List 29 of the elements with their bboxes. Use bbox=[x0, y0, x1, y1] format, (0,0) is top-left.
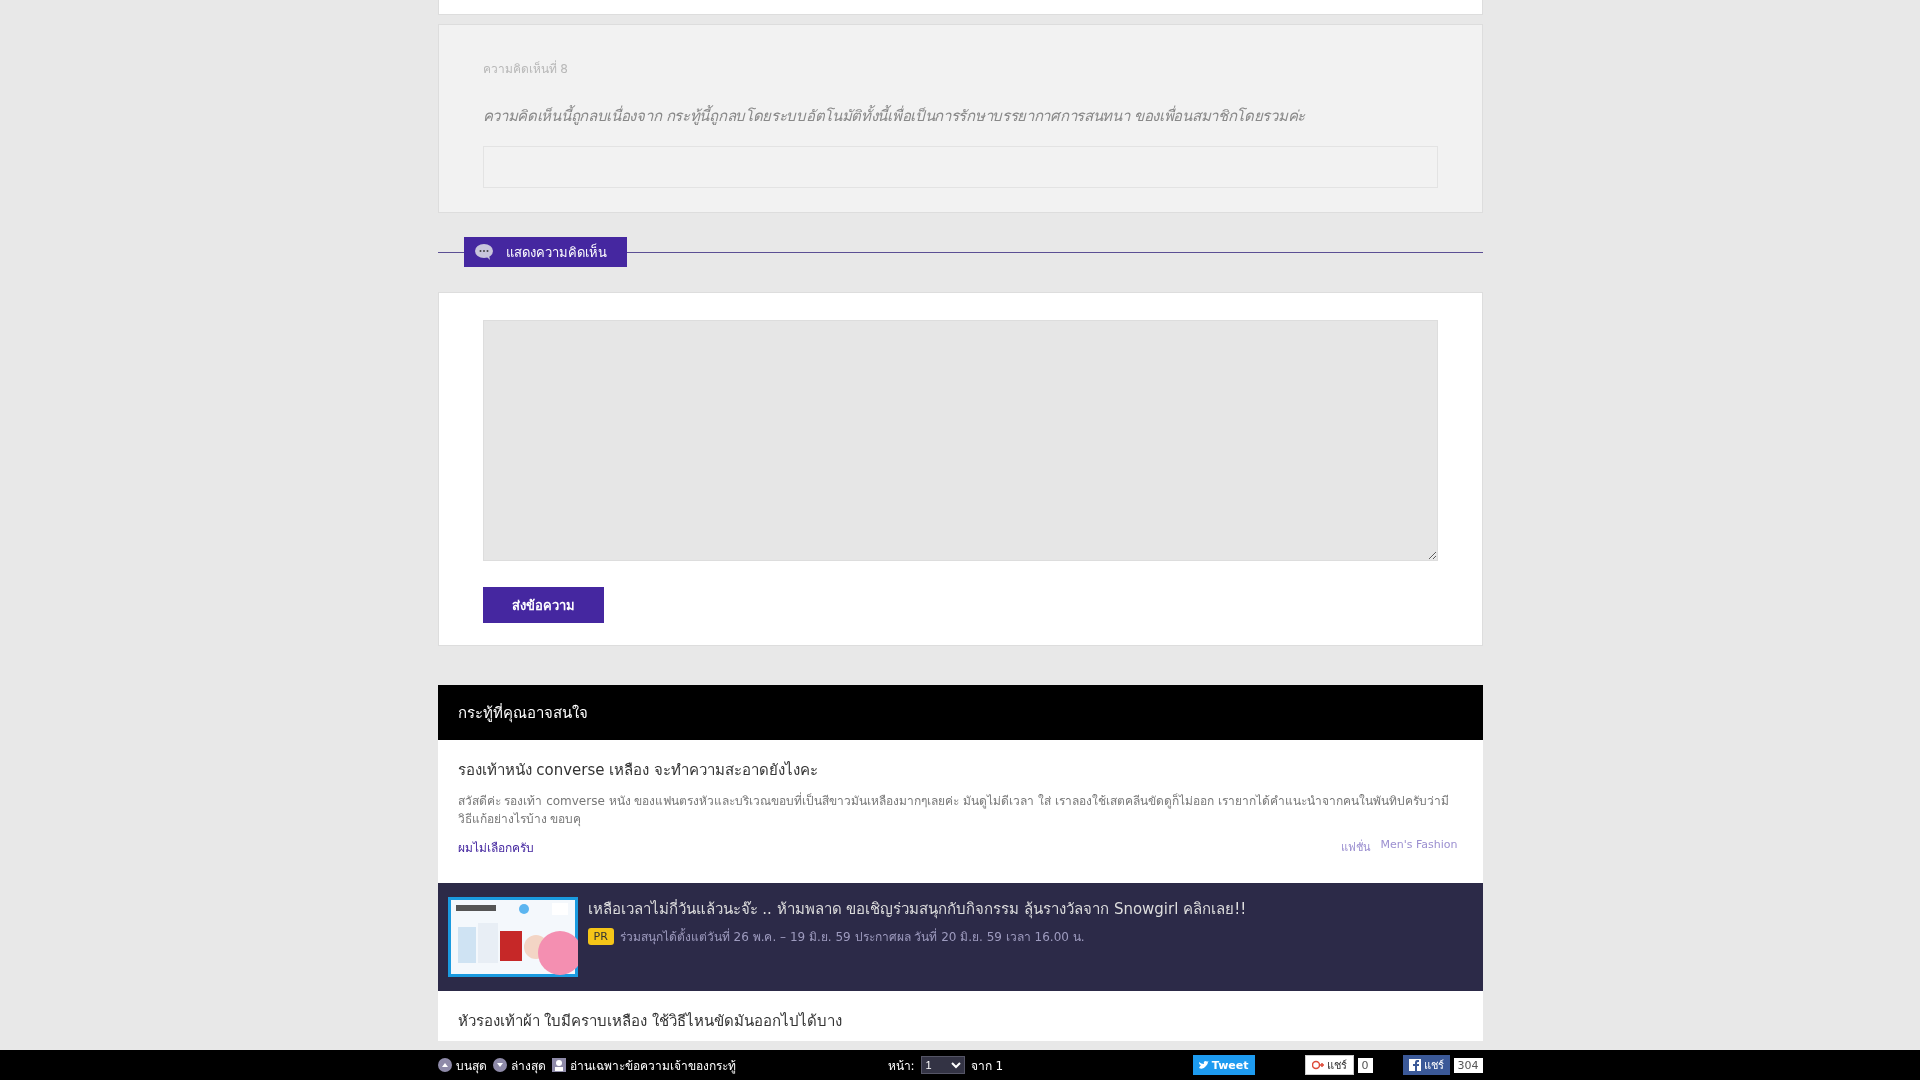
page-total: จาก 1 bbox=[970, 1057, 1004, 1075]
people-icon bbox=[551, 1058, 566, 1072]
promo-detail: ร่วมสนุกได้ตั้งแต่วันที่ 26 พ.ค. – 19 มิ.ย. 59 ประกาศผล วันที่ 20 มิ.ย. 59 เวลา 16.00 น. bbox=[619, 927, 1085, 946]
page-label: หน้า: bbox=[887, 1057, 915, 1075]
share-count: 304 bbox=[1453, 1057, 1483, 1073]
author-link[interactable]: ผมไม่เลือกครับ bbox=[457, 838, 534, 857]
promo-title[interactable]: เหลือเวลาไม่กี่วันแล้วนะจ๊ะ .. ห้ามพลาด ขอเชิญร่วมสนุกกับกิจกรรม ลุ้นรางวัลจาก Snowgirl คลิกเลย!! bbox=[587, 897, 1247, 921]
topic-card[interactable] bbox=[437, 740, 1483, 883]
bird-icon bbox=[1198, 1060, 1209, 1070]
deleted-message: ความคิดเห็นนี้ถูกลบเนื่องจาก กระทู้นี้ถูกลบโดยระบบอัตโนมัติทั้งนี้เพื่อเป็นการรักษาบรรยากาศการสนทนา ของเพื่อนสมาชิกโดยรวมค่ะ bbox=[482, 104, 1307, 127]
facebook-share-button[interactable]: แชร์ bbox=[1402, 1055, 1450, 1075]
share-count: 0 bbox=[1357, 1057, 1373, 1073]
submit-button[interactable]: ส่งข้อความ bbox=[482, 587, 604, 623]
facebook-icon bbox=[1408, 1059, 1421, 1071]
topic-title[interactable]: รองเท้าหนัง converse เหลือง จะทำความสะอาดยังไงคะ bbox=[457, 758, 1458, 782]
owner-only-link[interactable]: อ่านเฉพาะข้อความเจ้าของกระทู้ bbox=[551, 1055, 736, 1075]
page-select[interactable]: 1 bbox=[920, 1056, 965, 1074]
speech-bubble-icon bbox=[473, 243, 494, 261]
top-link[interactable]: บนสุด bbox=[437, 1055, 487, 1075]
topic-title[interactable]: หัวรองเท้าผ้า ใบมีคราบเหลือง ใช้วิธีไหนขัดมันออกไปได้บาง bbox=[457, 1009, 1458, 1033]
topic-card[interactable]: หัวรองเท้าผ้า ใบมีคราบเหลือง ใช้วิธีไหนขัดมันออกไปได้บาง bbox=[437, 991, 1483, 1041]
comment-input[interactable] bbox=[482, 320, 1438, 561]
comment-number: ความคิดเห็นที่ 8 bbox=[482, 59, 569, 78]
section-title: กระทู้ที่คุณอาจสนใจ bbox=[457, 702, 588, 725]
gplus-share-button[interactable]: แชร์ bbox=[1304, 1055, 1354, 1075]
topic-excerpt: สวัสดีค่ะ รองเท้า comverse หนัง ของแฟนตรงหัวและบริเวณขอบที่เป็นสีขาวมันเหลืองมากๆเลยค่ะ มันดูไม่ดีเวลา ใส่ เราลองใช้เสตคลีนขัดดูก็ไม่ออก เรายากได้คำแนะนำจากคนในพันทิปครับว่ามีวิธีแก้อย่างไรบ้าง ขอบคุ bbox=[457, 792, 1450, 828]
promo-card[interactable]: เหลือเวลาไม่กี่วันแล้วนะจ๊ะ .. ห้ามพลาด ขอเชิญร่วมสนุกกับกิจกรรม ลุ้นรางวัลจาก Snowgirl คลิกเลย!! PR ร่วมสนุกได้ตั้งแต่วันที่ 26 พ.ค. – 19 มิ.ย. 59 ประกาศผล วันที่ 20 มิ.ย. 59 เวลา 16.00 น. bbox=[437, 883, 1483, 991]
pr-badge: PR bbox=[587, 928, 614, 945]
bottom-link[interactable]: ล่างสุด bbox=[492, 1055, 546, 1075]
